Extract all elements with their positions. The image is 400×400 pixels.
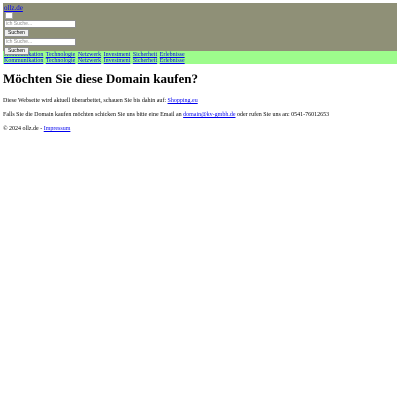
impressum-link[interactable]: Impressum <box>44 126 71 132</box>
site-link[interactable]: ollz.de <box>4 4 396 12</box>
contact-paragraph: Falls Sie die Domain kaufen möchten schi… <box>3 112 397 119</box>
search-input-bottom[interactable] <box>4 38 76 46</box>
main-content: Möchten Sie diese Domain kaufen? Diese W… <box>3 72 397 133</box>
nav-link-netzwerk-2[interactable]: Netzwerk <box>78 58 101 64</box>
search-input-top[interactable] <box>4 20 76 28</box>
search-button-top[interactable]: Suchen <box>4 29 29 37</box>
nav-link-sicherheit-2[interactable]: Sicherheit <box>133 58 157 64</box>
page-wrapper: ollz.de Suchen Suchen Kommunikation Tech… <box>0 0 400 133</box>
top-header: ollz.de Suchen Suchen <box>3 3 397 55</box>
footer: © 2024 ollz.de - Impressum <box>3 126 397 133</box>
email-link[interactable]: domain@kv-gmbh.de <box>183 112 235 118</box>
menu-toggle-box[interactable] <box>5 12 13 19</box>
nav-row-2: Kommunikation Technologie Netzwerk Inves… <box>4 58 396 64</box>
category-nav: Kommunikation Technologie Netzwerk Inves… <box>3 51 397 64</box>
nav-link-technologie-2[interactable]: Technologie <box>46 58 76 64</box>
nav-link-investment-2[interactable]: Investment <box>104 58 131 64</box>
contact-text-after: oder rufen Sie uns an: 0541-76012653 <box>236 112 330 118</box>
copyright-text: © 2024 ollz.de - <box>3 126 43 132</box>
page-title: Möchten Sie diese Domain kaufen? <box>3 71 198 86</box>
notice-text: Diese Webseite wird aktuell überarbeitet… <box>3 98 167 104</box>
shopping-link[interactable]: Shopping.eu <box>168 98 198 104</box>
contact-text-before: Falls Sie die Domain kaufen möchten schi… <box>3 112 182 118</box>
search-button-bottom[interactable]: Suchen <box>4 47 29 55</box>
notice-paragraph: Diese Webseite wird aktuell überarbeitet… <box>3 98 397 105</box>
nav-link-erlebnisse-2[interactable]: Erlebnisse <box>160 58 185 64</box>
nav-link-kommunikation-2[interactable]: Kommunikation <box>4 58 43 64</box>
